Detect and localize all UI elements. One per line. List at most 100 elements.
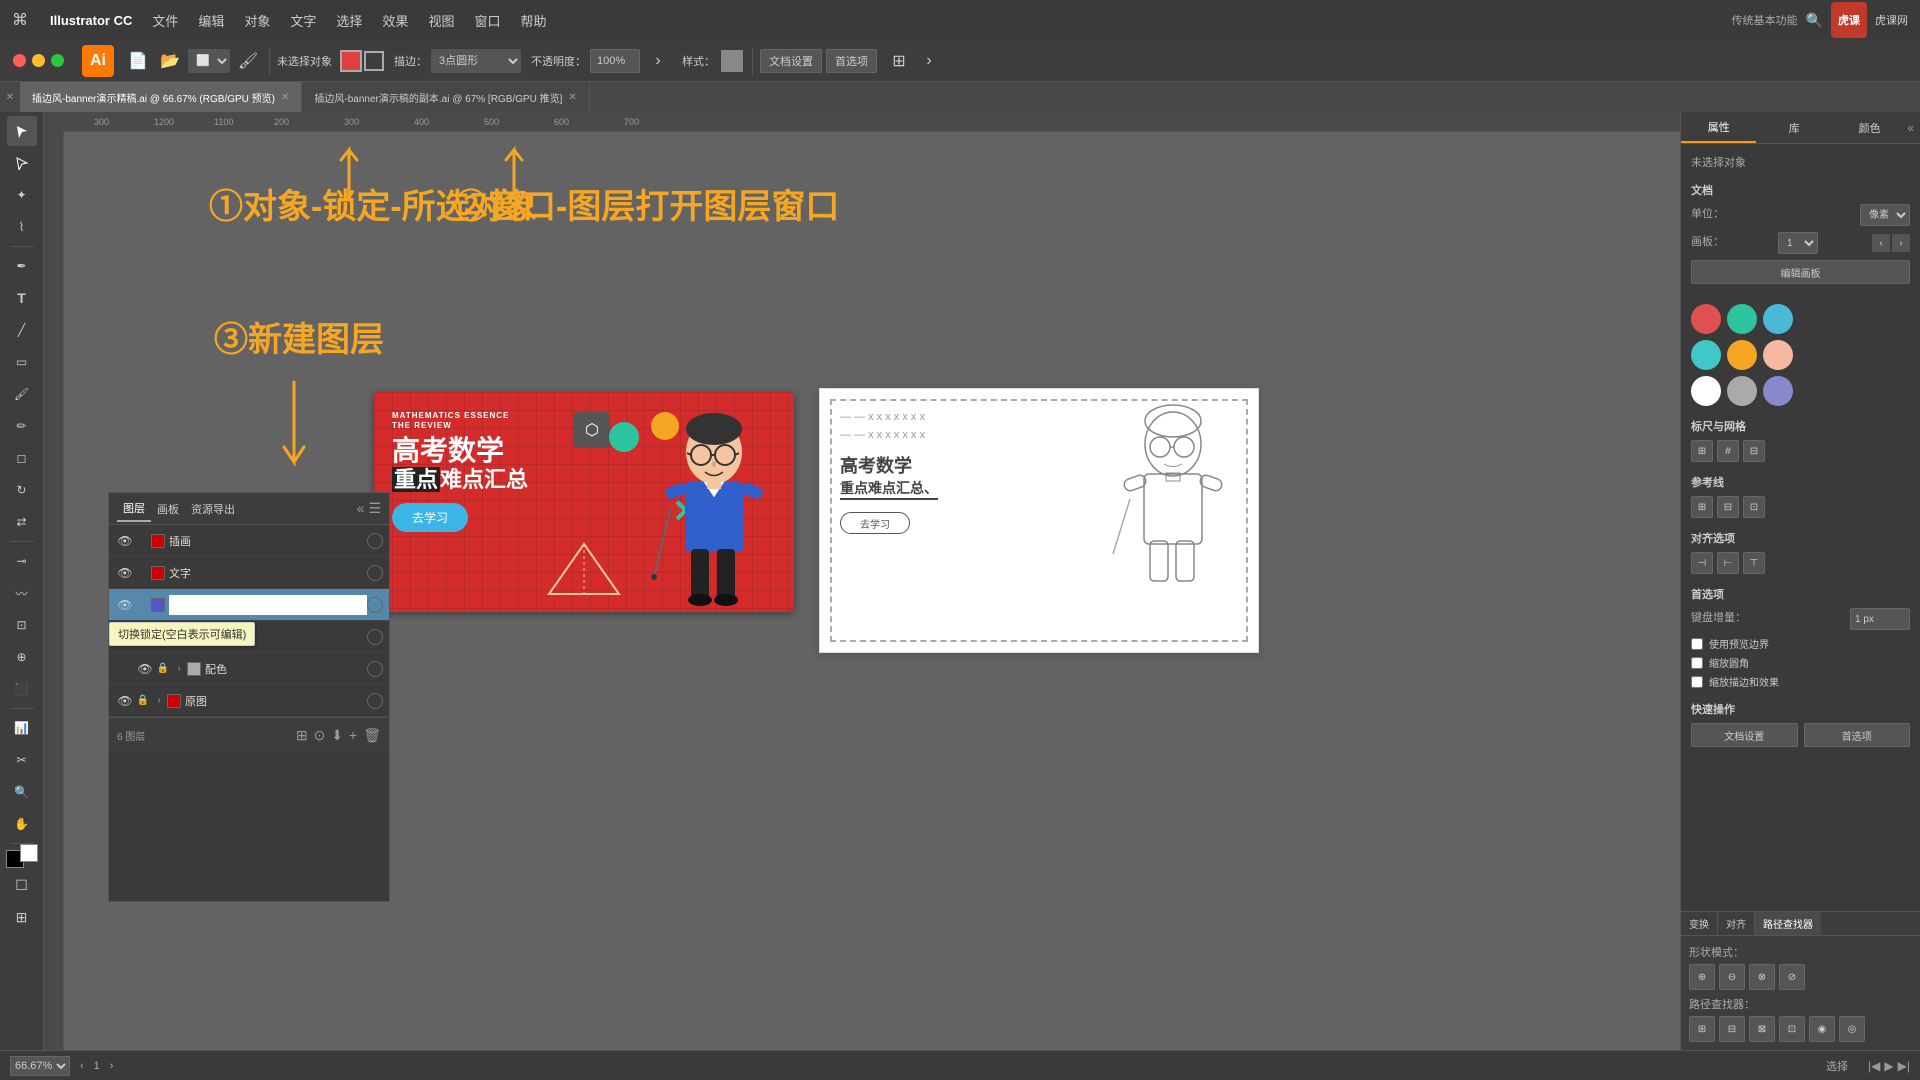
intersect-btn[interactable]: ⊗ [1749, 964, 1775, 990]
new-layer-sub-btn[interactable]: ⬇ [331, 727, 343, 744]
layer-eye-color-sub[interactable]: 👁 [135, 662, 155, 676]
menu-edit[interactable]: 编辑 [188, 11, 234, 30]
color-swatch-white[interactable] [1691, 376, 1721, 406]
stroke-style-select[interactable]: 3点圆形 [431, 49, 521, 73]
menu-text[interactable]: 文字 [280, 11, 326, 30]
layers-tab-export[interactable]: 资源导出 [185, 497, 241, 521]
layers-collapse-btn[interactable]: « [357, 500, 365, 517]
layer-item-illustration[interactable]: 👁 插画 [109, 525, 389, 557]
layers-menu-btn[interactable]: ☰ [368, 500, 381, 517]
layer-lock-original[interactable]: 🔒 [135, 695, 151, 706]
menu-object[interactable]: 对象 [234, 11, 280, 30]
layer-lock-color-sub[interactable]: 🔒 [155, 663, 171, 674]
pathfinder-tab[interactable]: 路径查找器 [1755, 912, 1821, 935]
play-prev-btn[interactable]: |◀ [1868, 1059, 1880, 1073]
menu-file[interactable]: 文件 [142, 11, 188, 30]
zoom-tool-btn[interactable]: 🔍 [7, 777, 37, 807]
view-mode-select[interactable]: ⬜ [188, 49, 230, 73]
layers-tab-layers[interactable]: 图层 [117, 496, 151, 522]
guide-btn-1[interactable]: ⊞ [1691, 496, 1713, 518]
layer-eye-illustration[interactable]: 👁 [115, 534, 135, 548]
artboard-prev-btn[interactable]: ‹ [1872, 234, 1890, 252]
crop-btn[interactable]: ⊡ [1779, 1016, 1805, 1042]
banner-cta-btn[interactable]: 去学习 [392, 503, 468, 532]
trim-btn[interactable]: ⊟ [1719, 1016, 1745, 1042]
tab-close-all-btn[interactable]: ✕ [0, 82, 20, 112]
paint-mode-btn[interactable]: 🖌 [234, 47, 262, 75]
prefs-quick-btn[interactable]: 首选项 [1804, 723, 1911, 747]
layer-item-color-sub[interactable]: 👁 🔒 › 配色 [109, 653, 389, 685]
canvas-main[interactable]: ①对象-锁定-所选对象 ②窗口-图层打开图层窗口 ③新建图层 [64, 132, 1680, 1050]
minus-front-btn[interactable]: ⊖ [1719, 964, 1745, 990]
chart-tool-btn[interactable]: 📊 [7, 713, 37, 743]
guide-btn-3[interactable]: ⊡ [1743, 496, 1765, 518]
fill-color-btn[interactable] [340, 50, 362, 72]
color-swatch-gray[interactable] [1727, 376, 1757, 406]
artboard-nav-next[interactable]: › [110, 1060, 114, 1072]
maximize-btn[interactable] [51, 54, 64, 67]
kbd-increment-input[interactable] [1850, 608, 1910, 630]
minus-back-btn[interactable]: ◎ [1839, 1016, 1865, 1042]
layer-item-original[interactable]: 👁 🔒 › 原图 [109, 685, 389, 717]
layer-expand-original[interactable]: › [151, 695, 167, 706]
pencil-tool-btn[interactable]: ✏ [7, 411, 37, 441]
panel-collapse-btn[interactable]: « [1907, 121, 1914, 135]
layer-eye-original[interactable]: 👁 [115, 694, 135, 708]
stroke-color-btn[interactable] [364, 51, 384, 71]
close-btn[interactable] [13, 54, 26, 67]
preferences-btn[interactable]: 首选项 [826, 49, 877, 73]
libraries-tab[interactable]: 库 [1756, 114, 1831, 142]
scale-stroke-checkbox[interactable] [1691, 676, 1703, 688]
align-left-btn[interactable]: ⊣ [1691, 552, 1713, 574]
grid-btn-2[interactable]: # [1717, 440, 1739, 462]
merge-btn[interactable]: ⊠ [1749, 1016, 1775, 1042]
scale-corners-checkbox[interactable] [1691, 657, 1703, 669]
play-btn[interactable]: ▶ [1884, 1059, 1893, 1073]
opacity-increase-btn[interactable]: › [644, 47, 672, 75]
eraser-tool-btn[interactable]: ◻ [7, 443, 37, 473]
selection-tool-btn[interactable] [7, 116, 37, 146]
expand-panel-btn[interactable]: › [915, 47, 943, 75]
background-color-swatch[interactable] [20, 844, 38, 862]
rect-tool-btn[interactable]: ▭ [7, 347, 37, 377]
artboard-select[interactable]: 1 [1778, 232, 1818, 254]
properties-tab[interactable]: 属性 [1681, 113, 1756, 143]
opacity-input[interactable] [590, 49, 640, 73]
arrange-btn[interactable]: ⊞ [885, 47, 913, 75]
magic-wand-tool-btn[interactable]: ✦ [7, 180, 37, 210]
exclude-btn[interactable]: ⊘ [1779, 964, 1805, 990]
menu-help[interactable]: 帮助 [510, 11, 556, 30]
new-layer-btn[interactable]: + [349, 727, 357, 744]
reflect-tool-btn[interactable]: ⇄ [7, 507, 37, 537]
layer-expand-color-sub[interactable]: › [171, 663, 187, 674]
color-tab[interactable]: 颜色 [1832, 114, 1907, 142]
tab-1-close[interactable]: ✕ [281, 92, 289, 103]
guide-btn-2[interactable]: ⊟ [1717, 496, 1739, 518]
open-doc-btn[interactable]: 📂 [156, 47, 184, 75]
delete-layer-btn[interactable]: 🗑 [363, 727, 381, 744]
draw-mode-btn[interactable]: ☐ [7, 870, 37, 900]
color-swatch-teal[interactable] [1727, 304, 1757, 334]
slice-tool-btn[interactable]: ✂ [7, 745, 37, 775]
align-tab[interactable]: 对齐 [1718, 912, 1755, 935]
tab-2-close[interactable]: ✕ [568, 92, 576, 103]
unite-btn[interactable]: ⊕ [1689, 964, 1715, 990]
align-center-btn[interactable]: ⊢ [1717, 552, 1739, 574]
make-clipping-mask-btn[interactable]: ⊞ [296, 727, 308, 744]
search-icon[interactable]: 🔍 [1806, 12, 1823, 29]
artboard-next-btn[interactable]: › [1892, 234, 1910, 252]
text-tool-btn[interactable]: T [7, 283, 37, 313]
free-transform-btn[interactable]: ⊡ [7, 610, 37, 640]
tab-2[interactable]: 插边风-banner演示稿的副本.ai @ 67% [RGB/GPU 推览] ✕ [302, 82, 589, 112]
color-swatch-purple[interactable] [1763, 376, 1793, 406]
width-tool-btn[interactable]: ⊸ [7, 546, 37, 576]
menu-window[interactable]: 窗口 [464, 11, 510, 30]
color-swatch-peach[interactable] [1763, 340, 1793, 370]
grid-btn-3[interactable]: ⊟ [1743, 440, 1765, 462]
menu-view[interactable]: 视图 [418, 11, 464, 30]
minimize-btn[interactable] [32, 54, 45, 67]
warp-tool-btn[interactable]: 〰 [7, 578, 37, 608]
doc-settings-quick-btn[interactable]: 文档设置 [1691, 723, 1798, 747]
layer-item-editing[interactable]: 👁 切换锁定(空白表示可编辑) [109, 589, 389, 621]
align-right-btn[interactable]: ⊤ [1743, 552, 1765, 574]
